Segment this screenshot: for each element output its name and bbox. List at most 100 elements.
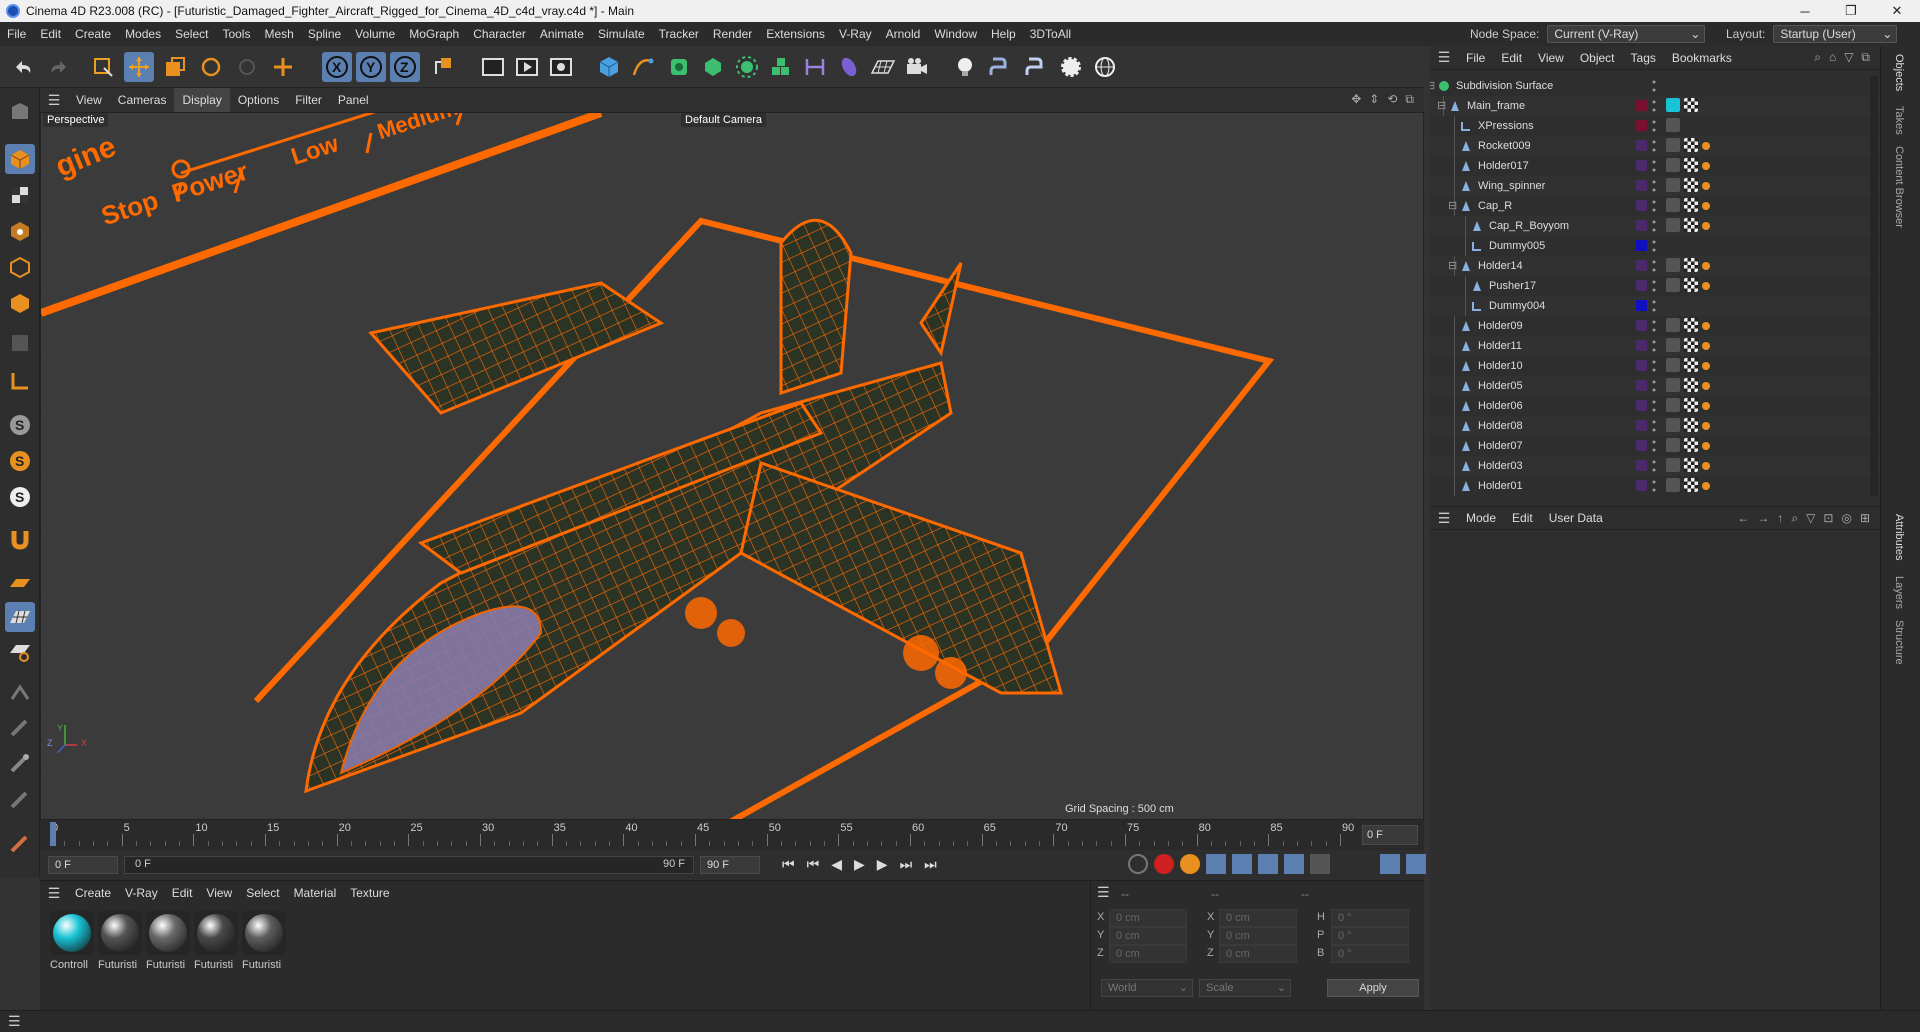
object-row[interactable]: ⊟ Cap_R: [1430, 196, 1880, 216]
range-slider[interactable]: 0 F 90 F: [124, 856, 694, 874]
hamburger-icon[interactable]: ☰: [40, 92, 68, 109]
object-tag-icon[interactable]: [1666, 478, 1680, 492]
material-menu-select[interactable]: Select: [239, 886, 286, 900]
autokey-icon[interactable]: [1180, 854, 1200, 874]
python-script-icon[interactable]: [1020, 52, 1050, 82]
object-tag-icon[interactable]: [1702, 362, 1710, 370]
new-window-icon[interactable]: ⧉: [1861, 50, 1870, 65]
viewport-menu-filter[interactable]: Filter: [287, 88, 330, 112]
menu-v-ray[interactable]: V-Ray: [832, 22, 879, 46]
minimize-button[interactable]: ─: [1782, 0, 1828, 22]
object-tag-icon[interactable]: [1684, 358, 1698, 372]
tab-structure[interactable]: Structure: [1893, 620, 1905, 665]
key-scale-icon[interactable]: [1232, 854, 1252, 874]
viewport-menu-cameras[interactable]: Cameras: [110, 88, 175, 112]
collapse-toggle-icon[interactable]: ⊟: [1430, 79, 1435, 92]
object-tag-icon[interactable]: [1666, 398, 1680, 412]
layer-color-swatch[interactable]: [1636, 140, 1647, 151]
visibility-dots[interactable]: [1652, 119, 1656, 133]
polygons-mode-icon[interactable]: [5, 288, 35, 318]
object-tag-icon[interactable]: [1702, 222, 1710, 230]
attribute-menu-mode[interactable]: Mode: [1458, 511, 1504, 525]
field-icon[interactable]: [834, 52, 864, 82]
visibility-dots[interactable]: [1652, 279, 1656, 293]
up-arrow-icon[interactable]: ↑: [1777, 511, 1783, 526]
object-tag-icon[interactable]: [1702, 342, 1710, 350]
material-thumbnail[interactable]: [50, 911, 94, 955]
menu-spline[interactable]: Spline: [301, 22, 348, 46]
object-scrollbar[interactable]: [1870, 76, 1878, 496]
visibility-dots[interactable]: [1652, 239, 1656, 253]
layer-color-swatch[interactable]: [1636, 400, 1647, 411]
object-tag-icon[interactable]: [1666, 338, 1680, 352]
menu-help[interactable]: Help: [984, 22, 1023, 46]
visibility-dots[interactable]: [1652, 459, 1656, 473]
make-editable-icon[interactable]: [5, 96, 35, 126]
object-tag-icon[interactable]: [1702, 322, 1710, 330]
scale-icon[interactable]: [160, 52, 190, 82]
object-tag-icon[interactable]: [1684, 98, 1698, 112]
material-thumbnail[interactable]: [146, 911, 190, 955]
object-tag-icon[interactable]: [1666, 138, 1680, 152]
object-tag-icon[interactable]: [1666, 438, 1680, 452]
object-tag-icon[interactable]: [1684, 318, 1698, 332]
home-icon[interactable]: ⌂: [1829, 50, 1836, 65]
collapse-toggle-icon[interactable]: ⊟: [1448, 259, 1457, 272]
render-view-icon[interactable]: [512, 52, 542, 82]
layout-select[interactable]: Startup (User) ⌄: [1773, 25, 1898, 43]
visibility-dots[interactable]: [1652, 259, 1656, 273]
object-tag-icon[interactable]: [1666, 278, 1680, 292]
material-menu-material[interactable]: Material: [287, 886, 344, 900]
previous-frame-icon[interactable]: ◀: [831, 856, 842, 873]
menu-extensions[interactable]: Extensions: [759, 22, 832, 46]
snap-settings-icon[interactable]: S: [5, 446, 35, 476]
quantize-icon[interactable]: S: [5, 482, 35, 512]
generator-icon[interactable]: [664, 52, 694, 82]
menu-create[interactable]: Create: [68, 22, 118, 46]
render-settings-icon[interactable]: [546, 52, 576, 82]
visibility-dots[interactable]: [1652, 379, 1656, 393]
texture-mode-icon[interactable]: [5, 180, 35, 210]
object-row[interactable]: ⊟ Subdivision Surface: [1430, 76, 1880, 96]
timeline-ruler[interactable]: 051015202530354045505560657075808590 0 F: [40, 820, 1424, 850]
deformer-icon[interactable]: [766, 52, 796, 82]
object-tag-icon[interactable]: [1702, 202, 1710, 210]
layer-color-swatch[interactable]: [1636, 340, 1647, 351]
menu-mesh[interactable]: Mesh: [257, 22, 300, 46]
gear-icon[interactable]: [1056, 52, 1086, 82]
tab-takes[interactable]: Takes: [1893, 106, 1905, 135]
x-axis-icon[interactable]: X: [322, 52, 352, 82]
visibility-dots[interactable]: [1652, 199, 1656, 213]
visibility-dots[interactable]: [1652, 79, 1656, 93]
menu-tools[interactable]: Tools: [215, 22, 257, 46]
visibility-dots[interactable]: [1652, 399, 1656, 413]
material-menu-create[interactable]: Create: [68, 886, 118, 900]
layers-list-icon[interactable]: [1406, 854, 1426, 874]
object-tag-icon[interactable]: [1684, 178, 1698, 192]
object-tag-icon[interactable]: [1666, 178, 1680, 192]
material-thumbnail[interactable]: [194, 911, 238, 955]
move-icon[interactable]: [124, 52, 154, 82]
zoom-view-icon[interactable]: ⇕: [1369, 92, 1379, 107]
object-row[interactable]: Holder05: [1430, 376, 1880, 396]
toggle-view-icon[interactable]: ⧉: [1405, 92, 1414, 107]
menu-edit[interactable]: Edit: [33, 22, 68, 46]
menu-select[interactable]: Select: [168, 22, 215, 46]
material-menu-texture[interactable]: Texture: [343, 886, 396, 900]
coord-value-field[interactable]: 0 cm: [1109, 945, 1187, 963]
material-thumbnail[interactable]: [242, 911, 286, 955]
menu-mograph[interactable]: MoGraph: [402, 22, 466, 46]
layer-color-swatch[interactable]: [1636, 220, 1647, 231]
menu-modes[interactable]: Modes: [118, 22, 168, 46]
end-frame-field[interactable]: 90 F: [700, 856, 760, 874]
play-icon[interactable]: ▶: [854, 856, 865, 873]
filter-icon[interactable]: ▽: [1844, 50, 1853, 65]
object-row[interactable]: Dummy004: [1430, 296, 1880, 316]
subdivision-icon[interactable]: [698, 52, 728, 82]
visibility-dots[interactable]: [1652, 299, 1656, 313]
object-tag-icon[interactable]: [1666, 98, 1680, 112]
back-arrow-icon[interactable]: ←: [1737, 511, 1749, 526]
viewport-menu-view[interactable]: View: [68, 88, 110, 112]
tab-content-browser[interactable]: Content Browser: [1893, 146, 1905, 228]
object-row[interactable]: Holder09: [1430, 316, 1880, 336]
